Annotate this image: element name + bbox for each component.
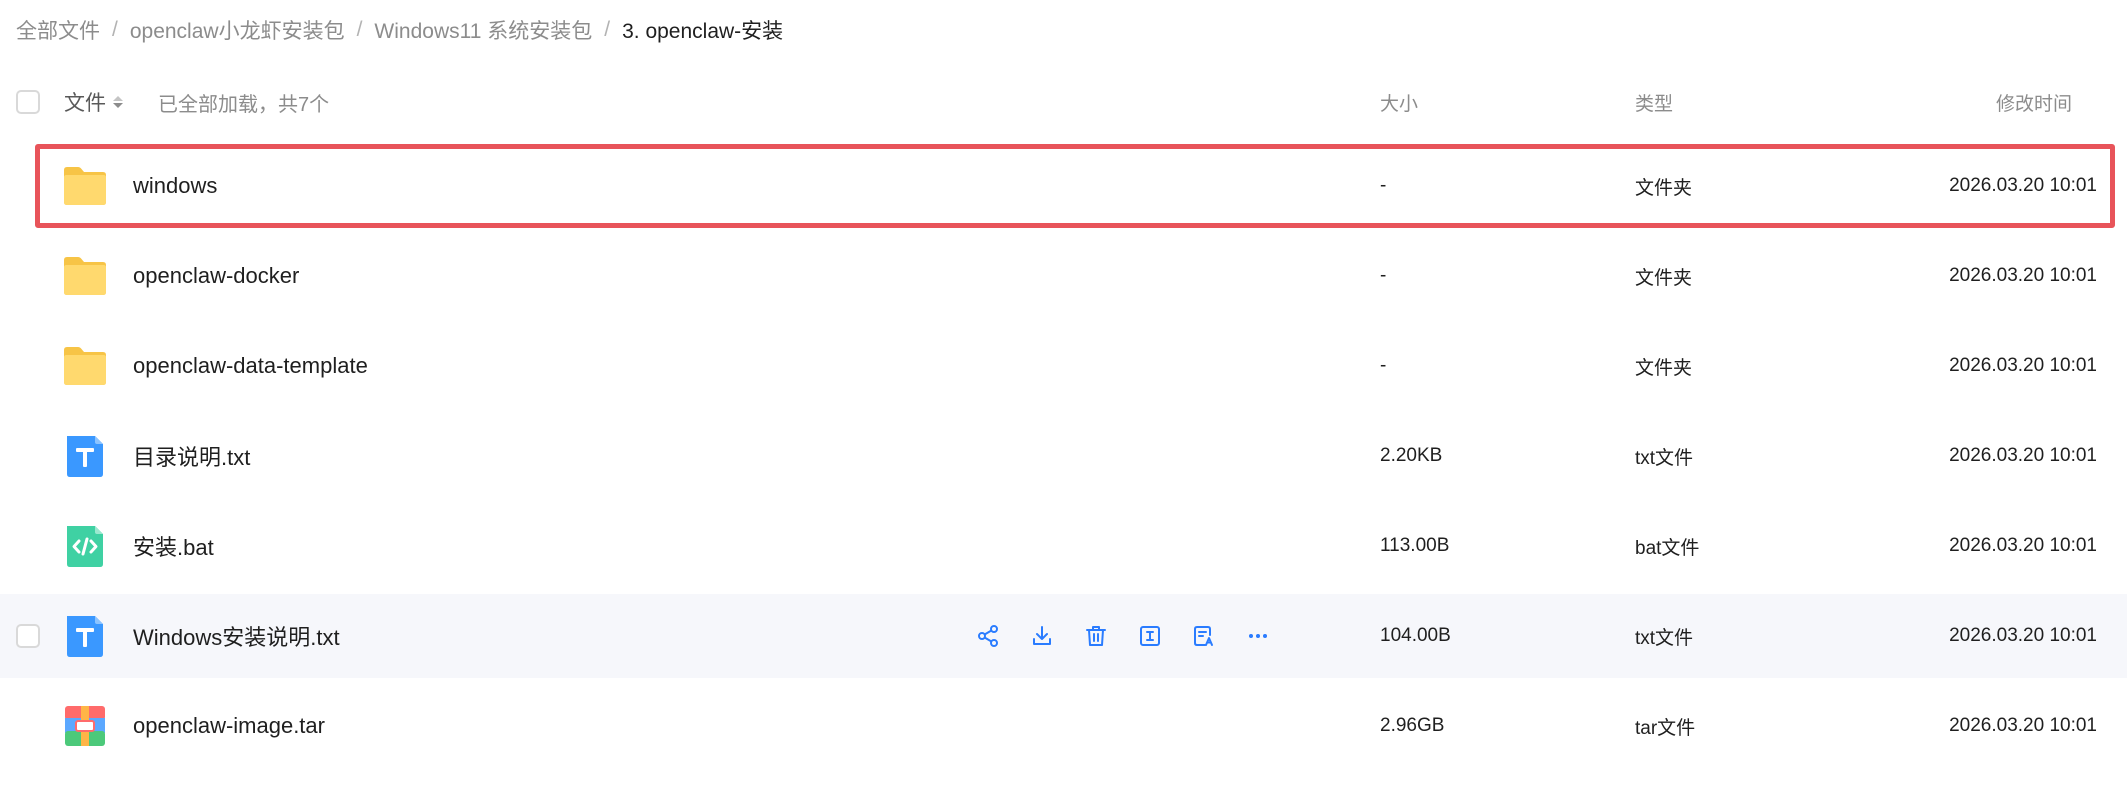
file-type: bat文件 <box>1635 537 1700 559</box>
file-modified-time: 2026.03.20 10:01 <box>1949 715 2097 736</box>
file-type: txt文件 <box>1635 627 1694 649</box>
file-type: 文件夹 <box>1635 177 1693 199</box>
file-name[interactable]: openclaw-image.tar <box>133 684 325 768</box>
file-row-openclaw-docker[interactable]: openclaw-docker - 文件夹 2026.03.20 10:01 <box>0 234 2127 318</box>
folder-icon <box>64 167 106 205</box>
file-row-openclaw-data-template[interactable]: openclaw-data-template - 文件夹 2026.03.20 … <box>0 324 2127 408</box>
code-file-icon <box>67 526 103 567</box>
file-size: 2.20KB <box>1380 445 1443 466</box>
breadcrumb-separator: / <box>604 18 611 41</box>
file-modified-time: 2026.03.20 10:01 <box>1949 265 2097 286</box>
breadcrumb-item-openclaw-package[interactable]: openclaw小龙虾安装包 <box>130 15 345 45</box>
row-checkbox[interactable] <box>16 624 40 648</box>
file-modified-time: 2026.03.20 10:01 <box>1949 355 2097 376</box>
download-icon[interactable] <box>1029 623 1055 649</box>
breadcrumb-item-all-files[interactable]: 全部文件 <box>16 15 100 45</box>
file-modified-time: 2026.03.20 10:01 <box>1949 625 2097 646</box>
folder-icon <box>64 347 106 385</box>
file-size: 113.00B <box>1380 535 1450 556</box>
selection-highlight <box>35 144 2115 228</box>
more-icon[interactable] <box>1245 623 1271 649</box>
type-column-header: 类型 <box>1635 93 1674 115</box>
file-type: 文件夹 <box>1635 357 1693 379</box>
file-name[interactable]: Windows安装说明.txt <box>133 594 340 678</box>
modified-time-column-header: 修改时间 <box>1995 93 2072 115</box>
file-row-directory-readme[interactable]: 目录说明.txt 2.20KB txt文件 2026.03.20 10:01 <box>0 414 2127 498</box>
file-type: 文件夹 <box>1635 267 1693 289</box>
delete-icon[interactable] <box>1083 623 1109 649</box>
file-row-windows-install-readme[interactable]: Windows安装说明.txt 104.00B txt文件 2026.03.20… <box>0 594 2127 678</box>
breadcrumb: 全部文件 / openclaw小龙虾安装包 / Windows11 系统安装包 … <box>16 14 783 46</box>
breadcrumb-separator: / <box>112 18 118 41</box>
file-size: 104.00B <box>1380 625 1451 646</box>
file-row-openclaw-image-tar[interactable]: openclaw-image.tar 2.96GB tar文件 2026.03.… <box>0 684 2127 768</box>
file-size: 2.96GB <box>1380 715 1445 736</box>
txt-file-icon <box>67 436 103 477</box>
breadcrumb-separator: / <box>356 18 363 41</box>
archive-file-icon <box>65 706 105 746</box>
sort-icon[interactable] <box>113 96 123 108</box>
file-browser: 全部文件 / openclaw小龙虾安装包 / Windows11 系统安装包 … <box>0 0 2127 792</box>
size-column-header: 大小 <box>1380 93 1419 115</box>
move-icon[interactable] <box>1191 623 1217 649</box>
file-type: tar文件 <box>1635 717 1696 739</box>
breadcrumb-item-current: 3. openclaw-安装 <box>622 20 784 43</box>
breadcrumb-item-windows11[interactable]: Windows11 系统安装包 <box>374 15 592 45</box>
file-name[interactable]: 目录说明.txt <box>133 414 250 498</box>
file-size: - <box>1380 265 1387 286</box>
name-column-header[interactable]: 文件 <box>64 80 123 124</box>
file-modified-time: 2026.03.20 10:01 <box>1949 445 2097 466</box>
file-name[interactable]: windows <box>133 144 217 228</box>
file-list-header: 文件 已全部加载，共7个 大小 类型 修改时间 <box>0 80 2127 124</box>
rename-icon[interactable] <box>1137 623 1163 649</box>
file-modified-time: 2026.03.20 10:01 <box>1949 535 2097 556</box>
file-row-install-bat[interactable]: 安装.bat 113.00B bat文件 2026.03.20 10:01 <box>0 504 2127 588</box>
folder-icon <box>64 257 106 295</box>
name-column-label: 文件 <box>64 92 106 115</box>
file-size: - <box>1380 355 1387 376</box>
file-name[interactable]: openclaw-data-template <box>133 324 368 408</box>
row-actions <box>975 594 1271 678</box>
file-name[interactable]: openclaw-docker <box>133 234 299 318</box>
file-type: txt文件 <box>1635 447 1694 469</box>
file-size: - <box>1380 175 1387 196</box>
file-row-windows[interactable]: windows - 文件夹 2026.03.20 10:01 <box>0 144 2127 228</box>
file-name[interactable]: 安装.bat <box>133 504 214 588</box>
txt-file-icon <box>67 616 103 657</box>
share-icon[interactable] <box>975 623 1001 649</box>
loaded-count-text: 已全部加载，共7个 <box>158 93 330 116</box>
select-all-checkbox[interactable] <box>16 90 40 114</box>
file-modified-time: 2026.03.20 10:01 <box>1949 175 2097 196</box>
